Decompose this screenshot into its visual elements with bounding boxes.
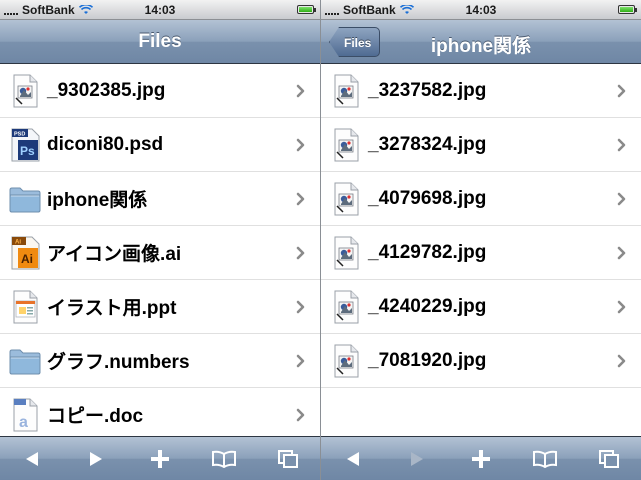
file-list: _3237582.jpg _3278324.jpg _4079698.jpg _… [321,64,641,436]
illustrator-file-icon: Ai Ai [9,236,41,270]
page: SoftBank 14:03 Files _9302385.jpg PSD Ps… [0,0,641,480]
chevron-right-icon [296,84,305,97]
chevron-right-icon [296,192,305,205]
file-name-label: diconi80.psd [47,133,164,155]
battery-icon [618,5,637,14]
chevron-right-icon [617,192,626,205]
file-list-item[interactable]: Ai Ai アイコン画像.ai [0,226,320,280]
file-name-label: _7081920.jpg [368,349,487,371]
file-list-item[interactable]: グラフ.numbers [0,334,320,388]
svg-text:Ai: Ai [15,239,21,245]
nav-title: iphone関係 [430,36,532,57]
file-list-item[interactable]: _4079698.jpg [321,172,641,226]
file-name-label: コピー.doc [47,406,144,427]
status-bar: SoftBank 14:03 [321,0,641,20]
battery-icon [297,5,316,14]
browser-toolbar [321,436,641,480]
chevron-right-icon [296,300,305,313]
file-name-label: イラスト用.ppt [47,298,177,319]
file-list-item[interactable]: イラスト用.ppt [0,280,320,334]
status-time: 14:03 [465,3,497,17]
back-arrow-icon[interactable] [331,441,375,477]
file-name-label: _4079698.jpg [368,187,487,209]
svg-text:a: a [19,414,28,431]
nav-bar: Files [0,20,320,64]
add-icon[interactable] [459,441,503,477]
bookmarks-icon[interactable] [202,441,246,477]
image-file-icon [9,74,41,108]
status-time: 14:03 [144,3,176,17]
image-file-icon [330,74,362,108]
chevron-right-icon [617,138,626,151]
file-name-label: _4240229.jpg [368,295,487,317]
file-name-label: グラフ.numbers [47,352,190,373]
file-name-label: _3278324.jpg [368,133,487,155]
chevron-right-icon [296,138,305,151]
forward-arrow-icon[interactable] [74,441,118,477]
photoshop-file-icon: PSD Ps [9,128,41,162]
file-list-item[interactable]: _3278324.jpg [321,118,641,172]
chevron-right-icon [296,354,305,367]
image-file-icon [330,182,362,216]
svg-text:Ps: Ps [20,144,35,158]
chevron-right-icon [617,354,626,367]
file-list-item[interactable]: iphone関係 [0,172,320,226]
right-screen: SoftBank 14:03 Files iphone関係 _3237582.j… [321,0,641,480]
svg-text:PSD: PSD [14,131,25,137]
file-list-item[interactable]: _4240229.jpg [321,280,641,334]
chevron-right-icon [617,84,626,97]
nav-bar: Files iphone関係 [321,20,641,64]
image-file-icon [330,290,362,324]
file-list-item[interactable]: _9302385.jpg [0,64,320,118]
file-list-item[interactable]: _4129782.jpg [321,226,641,280]
powerpoint-file-icon [9,290,41,324]
left-screen: SoftBank 14:03 Files _9302385.jpg PSD Ps… [0,0,320,480]
pages-icon[interactable] [587,441,631,477]
chevron-right-icon [617,246,626,259]
image-file-icon [330,344,362,378]
status-bar: SoftBank 14:03 [0,0,320,20]
file-list-item[interactable]: a コピー.doc [0,388,320,436]
chevron-right-icon [296,408,305,421]
word-file-icon: a [9,398,41,432]
folder-icon [9,182,41,216]
add-icon[interactable] [138,441,182,477]
file-name-label: _4129782.jpg [368,241,487,263]
pages-icon[interactable] [266,441,310,477]
image-file-icon [330,236,362,270]
file-list-item[interactable]: _3237582.jpg [321,64,641,118]
back-arrow-icon[interactable] [10,441,54,477]
nav-title: Files [138,31,182,52]
file-name-label: _9302385.jpg [47,79,166,101]
file-name-label: _3237582.jpg [368,79,487,101]
folder-icon [9,344,41,378]
file-name-label: アイコン画像.ai [47,244,182,265]
browser-toolbar [0,436,320,480]
bookmarks-icon[interactable] [523,441,567,477]
file-list-item[interactable]: _7081920.jpg [321,334,641,388]
forward-arrow-icon [395,441,439,477]
image-file-icon [330,128,362,162]
chevron-right-icon [296,246,305,259]
file-list: _9302385.jpg PSD Ps diconi80.psd iphone関… [0,64,320,436]
file-name-label: iphone関係 [47,190,148,211]
file-list-item[interactable]: PSD Ps diconi80.psd [0,118,320,172]
chevron-right-icon [617,300,626,313]
svg-text:Ai: Ai [21,252,33,266]
